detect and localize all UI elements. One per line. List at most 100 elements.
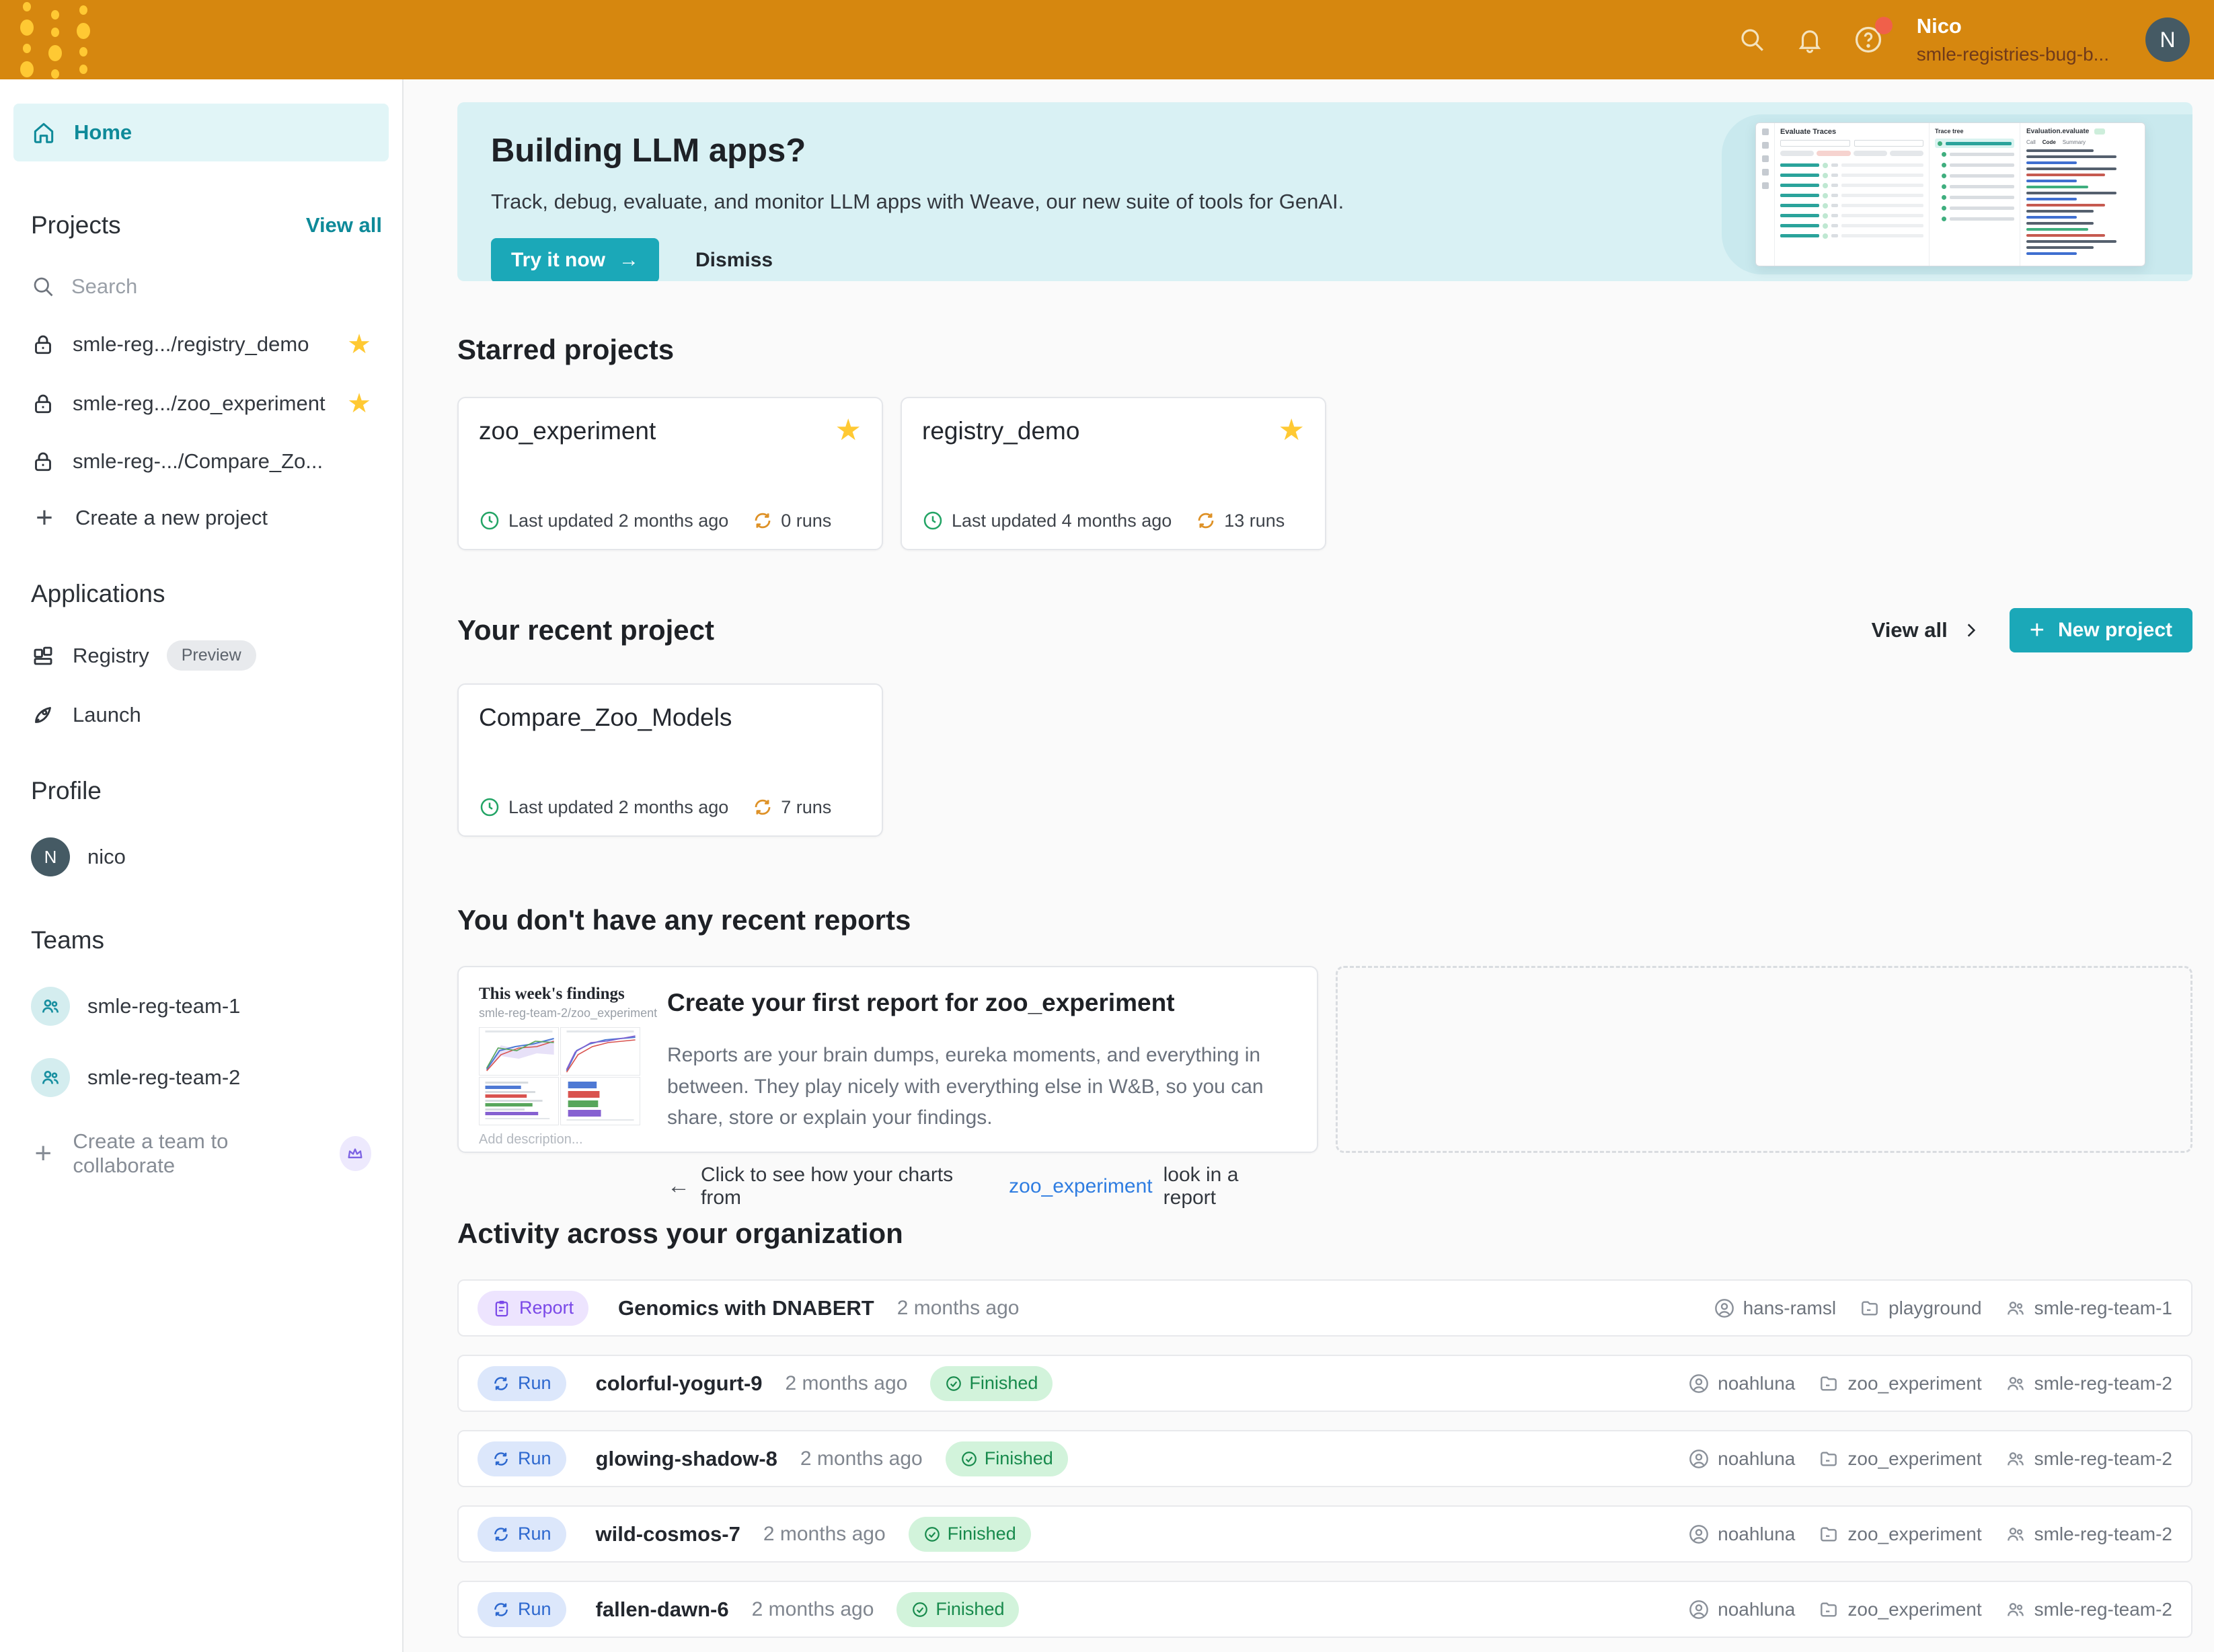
- folder-icon: [1859, 1298, 1880, 1319]
- add-description-placeholder: Add description...: [479, 1132, 640, 1148]
- last-updated-label: Last updated 2 months ago: [508, 511, 728, 531]
- project-card-zoo-experiment[interactable]: zoo_experiment ★ Last updated 2 months a…: [457, 397, 883, 550]
- activity-item-name: colorful-yogurt-9: [596, 1372, 763, 1396]
- preview-badge: Preview: [167, 640, 256, 671]
- star-icon[interactable]: ★: [347, 390, 371, 417]
- registry-label: Registry: [73, 644, 149, 668]
- activity-project[interactable]: zoo_experiment: [1818, 1524, 1981, 1545]
- bell-icon[interactable]: [1796, 26, 1824, 54]
- create-new-project-button[interactable]: + Create a new project: [13, 506, 389, 530]
- runs-icon: [492, 1450, 510, 1468]
- sidebar-project-registry-demo[interactable]: smle-reg.../registry_demo ★: [13, 331, 389, 358]
- report-badge: Report: [478, 1291, 588, 1326]
- project-card-title: Compare_Zoo_Models: [479, 704, 862, 732]
- activity-row-run[interactable]: Run colorful-yogurt-9 2 months ago Finis…: [457, 1355, 2192, 1412]
- check-circle-icon: [911, 1601, 929, 1618]
- team-icon: [2005, 1448, 2026, 1470]
- sidebar: Home Projects View all Search smle-reg..…: [0, 79, 404, 1652]
- activity-row-run[interactable]: Run fallen-dawn-6 2 months ago Finished …: [457, 1581, 2192, 1638]
- star-icon[interactable]: ★: [1278, 416, 1305, 445]
- create-report-card[interactable]: This week's findings smle-reg-team-2/zoo…: [457, 966, 1318, 1153]
- banner-title: Building LLM apps?: [491, 132, 1344, 170]
- user-icon: [1688, 1599, 1710, 1620]
- activity-team[interactable]: smle-reg-team-2: [2005, 1599, 2172, 1620]
- runs-icon: [1196, 511, 1216, 531]
- sidebar-item-launch[interactable]: Launch: [13, 703, 389, 727]
- star-icon[interactable]: ★: [835, 416, 862, 445]
- last-updated-label: Last updated 4 months ago: [952, 511, 1172, 531]
- team-icon: [31, 987, 70, 1026]
- activity-user[interactable]: noahluna: [1688, 1448, 1795, 1470]
- lock-icon: [31, 332, 55, 356]
- home-label: Home: [74, 120, 132, 145]
- projects-view-all-link[interactable]: View all: [306, 213, 382, 237]
- profile-section: Profile N nico: [13, 777, 389, 876]
- teams-section: Teams smle-reg-team-1 smle-reg-team-2 + …: [13, 926, 389, 1178]
- zoo-experiment-link[interactable]: zoo_experiment: [1009, 1175, 1152, 1198]
- activity-project[interactable]: zoo_experiment: [1818, 1373, 1981, 1394]
- try-it-now-button[interactable]: Try it now →: [491, 238, 659, 281]
- wandb-logo-icon[interactable]: [20, 9, 90, 71]
- activity-user[interactable]: noahluna: [1688, 1524, 1795, 1545]
- preview-tree-title: Trace tree: [1935, 128, 2014, 135]
- user-org: smle-registries-bug-b...: [1917, 42, 2109, 66]
- chevron-right-icon: [1962, 622, 1980, 639]
- run-badge: Run: [478, 1517, 566, 1552]
- activity-row-run[interactable]: Run glowing-shadow-8 2 months ago Finish…: [457, 1430, 2192, 1487]
- registry-grid-icon: [31, 644, 55, 668]
- search-icon[interactable]: [1738, 26, 1766, 54]
- activity-user[interactable]: noahluna: [1688, 1599, 1795, 1620]
- topbar: Nico smle-registries-bug-b... N: [0, 0, 2214, 79]
- activity-team[interactable]: smle-reg-team-1: [2005, 1298, 2172, 1319]
- activity-team[interactable]: smle-reg-team-2: [2005, 1524, 2172, 1545]
- sidebar-project-compare-zoo[interactable]: smle-reg-.../Compare_Zo...: [13, 449, 389, 474]
- sidebar-team-2[interactable]: smle-reg-team-2: [13, 1058, 389, 1097]
- user-icon: [1714, 1298, 1735, 1319]
- runs-count-label: 0 runs: [781, 511, 831, 531]
- project-card-compare-zoo-models[interactable]: Compare_Zoo_Models Last updated 2 months…: [457, 683, 883, 837]
- sidebar-item-profile-nico[interactable]: N nico: [13, 837, 389, 876]
- activity-item-name: fallen-dawn-6: [596, 1598, 729, 1622]
- activity-item-time: 2 months ago: [897, 1297, 1020, 1320]
- folder-icon: [1818, 1524, 1839, 1545]
- project-search-input[interactable]: Search: [13, 274, 389, 299]
- run-badge: Run: [478, 1441, 566, 1476]
- sidebar-team-1[interactable]: smle-reg-team-1: [13, 987, 389, 1026]
- new-project-button[interactable]: + New project: [2010, 608, 2192, 652]
- activity-project[interactable]: zoo_experiment: [1818, 1448, 1981, 1470]
- help-icon[interactable]: [1854, 25, 1883, 54]
- view-all-link[interactable]: View all: [1872, 618, 1980, 642]
- runs-icon: [492, 1375, 510, 1392]
- teams-heading: Teams: [31, 926, 104, 954]
- star-icon[interactable]: ★: [347, 331, 371, 358]
- activity-team[interactable]: smle-reg-team-2: [2005, 1448, 2172, 1470]
- team-icon: [31, 1058, 70, 1097]
- dismiss-button[interactable]: Dismiss: [695, 249, 773, 272]
- user-menu[interactable]: Nico smle-registries-bug-b...: [1917, 13, 2109, 66]
- avatar: N: [31, 837, 70, 876]
- activity-team[interactable]: smle-reg-team-2: [2005, 1373, 2172, 1394]
- empty-report-placeholder: [1336, 966, 2192, 1153]
- project-card-registry-demo[interactable]: registry_demo ★ Last updated 4 months ag…: [901, 397, 1326, 550]
- sidebar-item-home[interactable]: Home: [13, 104, 389, 161]
- create-team-button[interactable]: + Create a team to collaborate: [13, 1129, 389, 1178]
- activity-item-name: Genomics with DNABERT: [618, 1296, 874, 1320]
- folder-icon: [1818, 1448, 1839, 1470]
- status-badge: Finished: [896, 1592, 1019, 1627]
- home-icon: [31, 120, 56, 145]
- sidebar-project-zoo-experiment[interactable]: smle-reg.../zoo_experiment ★: [13, 390, 389, 417]
- activity-row-report[interactable]: Report Genomics with DNABERT 2 months ag…: [457, 1279, 2192, 1337]
- activity-project[interactable]: zoo_experiment: [1818, 1599, 1981, 1620]
- folder-icon: [1818, 1373, 1839, 1394]
- avatar[interactable]: N: [2145, 17, 2190, 62]
- team-icon: [2005, 1373, 2026, 1394]
- activity-project[interactable]: playground: [1859, 1298, 1982, 1319]
- activity-item-time: 2 months ago: [786, 1372, 908, 1395]
- report-thumbnail: This week's findings smle-reg-team-2/zoo…: [479, 985, 640, 1134]
- activity-user[interactable]: hans-ramsl: [1714, 1298, 1836, 1319]
- activity-row-run[interactable]: Run wild-cosmos-7 2 months ago Finished …: [457, 1505, 2192, 1563]
- team-icon: [2005, 1298, 2026, 1319]
- projects-heading: Projects: [31, 211, 121, 239]
- sidebar-item-registry[interactable]: Registry Preview: [13, 640, 389, 671]
- activity-user[interactable]: noahluna: [1688, 1373, 1795, 1394]
